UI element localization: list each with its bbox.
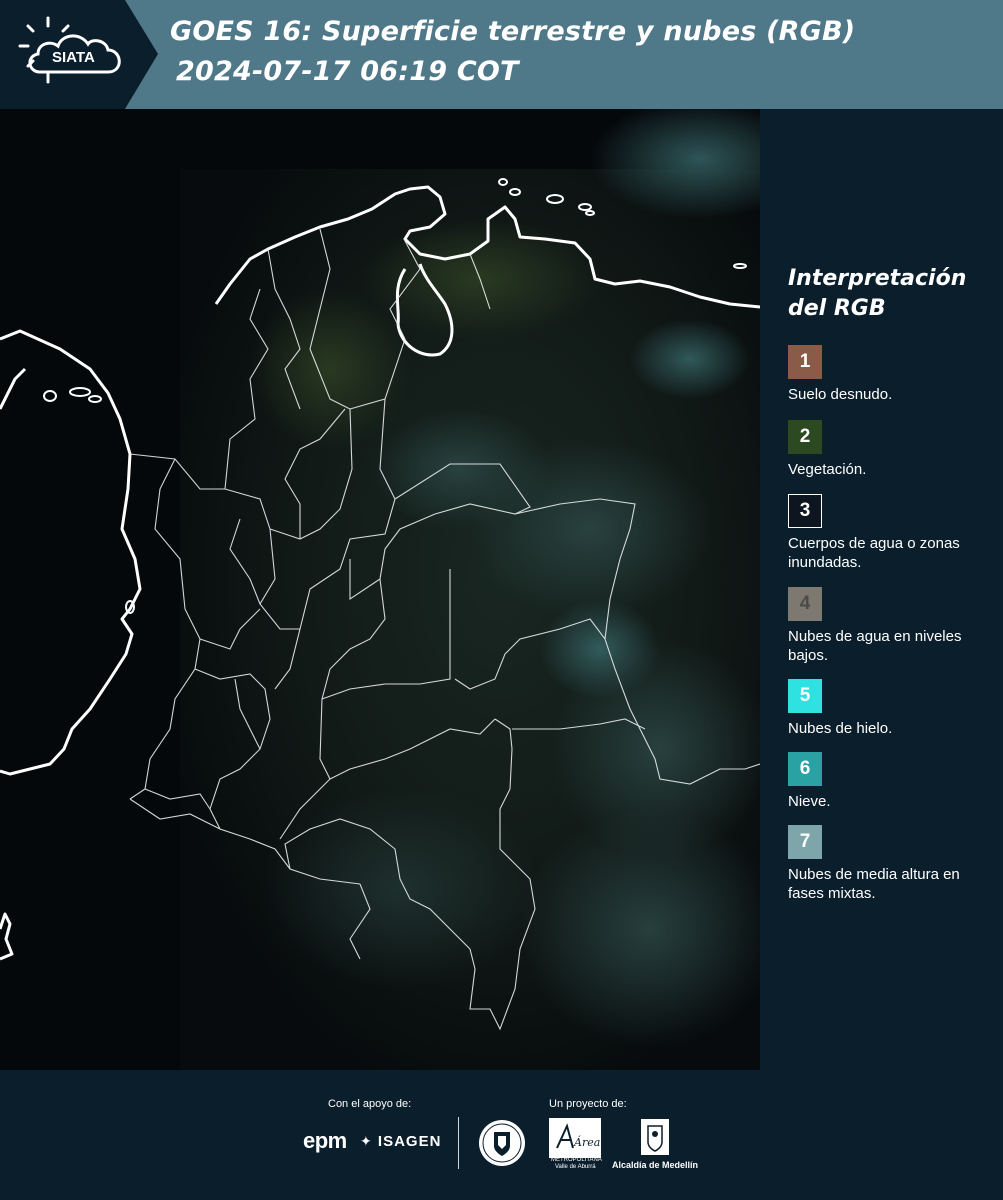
page-title: GOES 16: Superficie terrestre y nubes (R… [170, 16, 856, 47]
legend-label-6: Nieve. [788, 793, 831, 810]
isagen-logo: ✦ ISAGEN [360, 1133, 441, 1150]
legend-item-5: 5 Nubes de hielo. [788, 679, 998, 738]
legend-label-1: Suelo desnudo. [788, 386, 893, 403]
siata-logo: SIATA [0, 0, 158, 109]
header-bar: SIATA GOES 16: Superficie terrestre y nu… [0, 0, 1003, 109]
legend-item-6: 6 Nieve. [788, 752, 998, 811]
legend-item-7: 7 Nubes de media altura en fases mixtas. [788, 825, 998, 903]
legend-swatch-2: 2 [788, 420, 822, 454]
timestamp: 2024-07-17 06:19 COT [176, 56, 519, 87]
legend-swatch-5: 5 [788, 679, 822, 713]
legend-item-3: 3 Cuerpos de agua o zonas inundadas. [788, 494, 998, 572]
siata-logo-text: SIATA [52, 49, 95, 66]
legend-panel: Interpretación del RGB 1 Suelo desnudo. … [760, 109, 1003, 1070]
alcaldia-text: Alcaldía de Medellín [612, 1160, 699, 1170]
legend-swatch-7: 7 [788, 825, 822, 859]
legend-title: Interpretación del RGB [788, 266, 967, 321]
legend-item-2: 2 Vegetación. [788, 420, 998, 479]
alcaldia-seal-icon [640, 1118, 670, 1161]
isagen-mark-icon: ✦ [360, 1133, 373, 1149]
legend-swatch-1: 1 [788, 345, 822, 379]
area-logo-script: Área [573, 1135, 600, 1149]
legend-label-7: Nubes de media altura en fases mixtas. [788, 866, 960, 902]
footer-divider [458, 1117, 459, 1169]
legend-label-4: Nubes de agua en niveles bajos. [788, 628, 962, 664]
legend-swatch-3: 3 [788, 494, 822, 528]
legend-item-4: 4 Nubes de agua en niveles bajos. [788, 587, 998, 665]
legend-swatch-6: 6 [788, 752, 822, 786]
legend-label-5: Nubes de hielo. [788, 720, 893, 737]
area-text-line1: METROPOLITANA [551, 1157, 602, 1163]
legend-item-1: 1 Suelo desnudo. [788, 345, 998, 404]
footer: Con el apoyo de: Un proyecto de: epm ✦ I… [0, 1070, 1003, 1200]
medellin-seal-icon [478, 1118, 526, 1173]
project-label: Un proyecto de: [549, 1098, 627, 1110]
legend-label-2: Vegetación. [788, 461, 867, 478]
legend-swatch-4: 4 [788, 587, 822, 621]
satellite-map [0, 109, 760, 1070]
legend-label-3: Cuerpos de agua o zonas inundadas. [788, 535, 960, 571]
isagen-logo-text: ISAGEN [377, 1133, 442, 1150]
support-label: Con el apoyo de: [328, 1098, 412, 1110]
area-text-line2: Valle de Aburrá [555, 1164, 596, 1170]
epm-logo: epm [303, 1128, 347, 1153]
